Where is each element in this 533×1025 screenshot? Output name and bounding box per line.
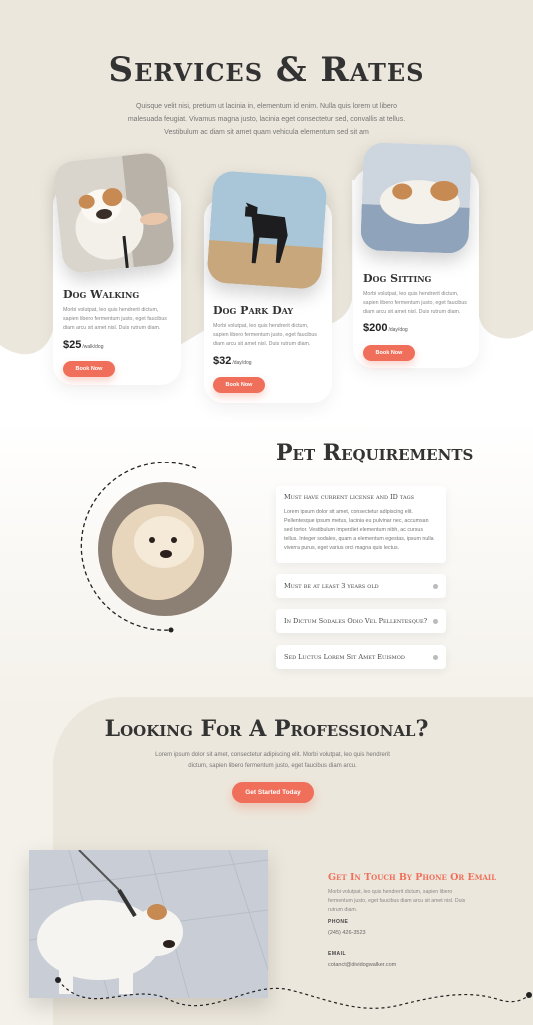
price-value: $32 [213, 355, 232, 367]
contact-text: Morbi volutpat, leo quis hendrerit dictu… [328, 889, 466, 913]
email-label: EMAIL [328, 951, 347, 957]
professional-text: Lorem ipsum dolor sit amet, consectetur … [155, 752, 390, 769]
card-title: Dog Park Day [213, 304, 294, 317]
expand-icon[interactable] [433, 583, 438, 589]
get-started-button[interactable]: Get Started Today [232, 782, 314, 803]
accordion-title: Must be at least 3 years old [284, 582, 379, 590]
book-now-button[interactable]: Book Now [63, 361, 115, 377]
accordion-title: Must have current license and ID tags [284, 493, 415, 501]
price-unit: /walk/dog [82, 344, 104, 350]
price-value: $25 [63, 339, 82, 351]
accordion-item[interactable]: Sed Luctus Lorem Sit Amet Euismod [276, 645, 446, 669]
book-now-button[interactable]: Book Now [363, 345, 415, 361]
book-now-button[interactable]: Book Now [213, 377, 265, 393]
price-value: $200 [363, 322, 388, 334]
card-description: Morbi volutpat, leo quis hendrerit dictu… [213, 323, 317, 347]
services-intro: Quisque velit nisi, pretium ut lacinia i… [127, 103, 406, 136]
accordion-title: In Dictum Sodales Odio Vel Pellentesque? [284, 617, 428, 625]
card-title: Dog Sitting [363, 272, 432, 285]
accordion-title: Sed Luctus Lorem Sit Amet Euismod [284, 653, 405, 661]
dog-sitting-photo [360, 142, 472, 254]
accordion-item[interactable]: Must be at least 3 years old [276, 574, 446, 598]
price-unit: /day/dog [388, 327, 408, 333]
requirements-title: Pet Requirements [276, 440, 474, 466]
dog-park-photo [206, 170, 328, 290]
accordion-item-open[interactable]: Must have current license and ID tags Lo… [276, 486, 446, 563]
expand-icon[interactable] [433, 654, 438, 660]
card-title: Dog Walking [63, 288, 140, 301]
card-description: Morbi volutpat, leo quis hendrerit dictu… [363, 291, 467, 315]
card-price: $32/day/dog [213, 355, 252, 367]
card-description: Morbi volutpat, leo quis hendrerit dictu… [63, 307, 167, 331]
dog-walking-photo [52, 151, 176, 275]
dashed-wave-decoration [55, 977, 532, 1009]
price-unit: /day/dog [232, 360, 252, 366]
services-title: Services & Rates [108, 50, 425, 90]
terrier-photo [98, 482, 232, 616]
professional-title: Looking For A Professional? [104, 716, 429, 742]
accordion-body: Lorem ipsum dolor sit amet, consectetur … [284, 509, 434, 551]
accordion-item[interactable]: In Dictum Sodales Odio Vel Pellentesque? [276, 609, 446, 633]
expand-icon[interactable] [433, 618, 438, 624]
phone-number[interactable]: (245) 426-3523 [328, 930, 366, 936]
card-price: $25/walk/dog [63, 339, 103, 351]
contact-heading: Get In Touch By Phone Or Email [328, 872, 497, 883]
phone-label: PHONE [328, 919, 349, 925]
card-price: $200/day/dog [363, 322, 408, 334]
